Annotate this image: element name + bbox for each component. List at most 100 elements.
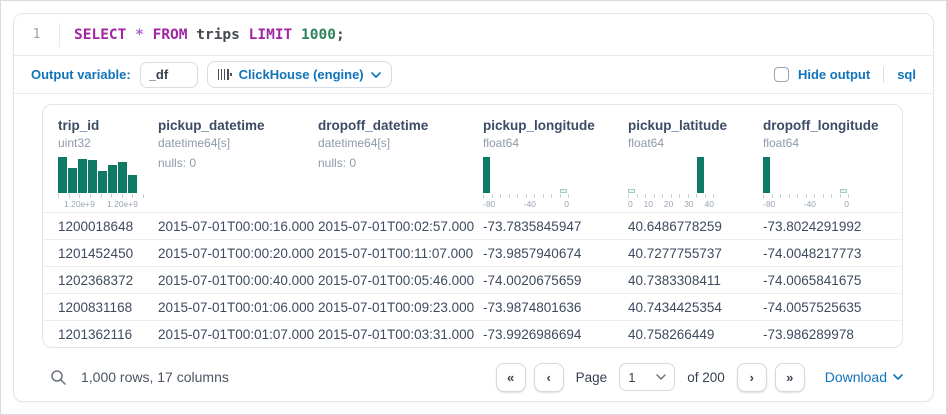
chevron-down-icon xyxy=(656,374,666,380)
column-histogram: -80-400 xyxy=(763,156,849,209)
app-frame: 1 SELECT * FROM trips LIMIT 1000; Output… xyxy=(0,0,947,415)
table-cell: -73.8024291992 xyxy=(763,219,903,234)
column-header[interactable]: pickup_datetime datetime64[s] nulls: 0 xyxy=(158,118,318,212)
row-count-summary: 1,000 rows, 17 columns xyxy=(81,369,229,385)
download-button[interactable]: Download xyxy=(825,369,903,385)
column-name: dropoff_datetime xyxy=(318,118,475,133)
table-row: 12013621162015-07-01T00:01:07.0002015-07… xyxy=(43,320,902,347)
column-histogram: -80-400 xyxy=(483,156,569,209)
divider xyxy=(883,67,884,83)
column-header[interactable]: dropoff_longitude float64 -80-400 xyxy=(763,118,903,212)
search-icon xyxy=(50,369,67,386)
search-button[interactable] xyxy=(50,369,67,386)
chevron-down-icon xyxy=(371,72,381,78)
column-stats: -80-400 xyxy=(483,156,620,212)
table-cell: 2015-07-01T00:11:07.000 xyxy=(318,246,483,261)
column-histogram: 010203040 xyxy=(628,156,714,209)
last-page-button[interactable]: » xyxy=(775,363,805,392)
prev-page-button[interactable]: ‹ xyxy=(534,363,564,392)
table-cell: -74.0048217773 xyxy=(763,246,903,261)
table-cell: 2015-07-01T00:01:06.000 xyxy=(158,300,318,315)
table-cell: 2015-07-01T00:05:46.000 xyxy=(318,273,483,288)
table-header-row: trip_id uint32 1.20e+91.20e+9 pickup_dateti… xyxy=(43,105,902,212)
table-cell: 1202368372 xyxy=(58,273,158,288)
table-cell: 2015-07-01T00:00:40.000 xyxy=(158,273,318,288)
output-variable-input[interactable] xyxy=(140,62,198,88)
page-select[interactable]: 1 xyxy=(619,363,675,391)
total-pages-label: of 200 xyxy=(687,370,725,385)
column-header[interactable]: trip_id uint32 1.20e+91.20e+9 xyxy=(58,118,158,212)
code-token: 1000 xyxy=(301,27,336,43)
cell-options-bar: Output variable: ClickHouse (engine) Hid… xyxy=(14,56,933,94)
column-name: pickup_datetime xyxy=(158,118,310,133)
engine-label: ClickHouse (engine) xyxy=(239,67,364,82)
code-line[interactable]: SELECT * FROM trips LIMIT 1000; xyxy=(60,23,345,47)
chevron-down-icon xyxy=(893,374,903,380)
table-row: 12014524502015-07-01T00:00:20.0002015-07… xyxy=(43,239,902,266)
notebook-cell: 1 SELECT * FROM trips LIMIT 1000; Output… xyxy=(13,13,934,402)
table-cell: -73.9926986694 xyxy=(483,327,628,342)
column-name: pickup_latitude xyxy=(628,118,755,133)
engine-selector[interactable]: ClickHouse (engine) xyxy=(207,61,392,88)
next-page-button[interactable]: › xyxy=(737,363,767,392)
page-label: Page xyxy=(576,370,608,385)
table-cell: -73.7835845947 xyxy=(483,219,628,234)
table-cell: -73.986289978 xyxy=(763,327,903,342)
output-variable-label: Output variable: xyxy=(31,67,131,82)
code-token: * xyxy=(135,27,144,43)
column-name: pickup_longitude xyxy=(483,118,620,133)
table-cell: -74.0020675659 xyxy=(483,273,628,288)
hide-output-label[interactable]: Hide output xyxy=(798,67,870,82)
language-toggle[interactable]: sql xyxy=(897,67,916,82)
table-cell: 40.6486778259 xyxy=(628,219,763,234)
column-header[interactable]: dropoff_datetime datetime64[s] nulls: 0 xyxy=(318,118,483,212)
table-body: 12000186482015-07-01T00:00:16.0002015-07… xyxy=(43,212,902,347)
column-stats: nulls: 0 xyxy=(158,156,310,212)
column-type: float64 xyxy=(763,136,895,150)
sql-editor[interactable]: 1 SELECT * FROM trips LIMIT 1000; xyxy=(14,14,933,56)
code-token: SELECT xyxy=(74,27,126,43)
table-cell: 1200018648 xyxy=(58,219,158,234)
column-stats: -80-400 xyxy=(763,156,895,212)
table-row: 12008311682015-07-01T00:01:06.0002015-07… xyxy=(43,293,902,320)
table-cell: 1201362116 xyxy=(58,327,158,342)
code-token xyxy=(144,27,153,43)
table-cell: 2015-07-01T00:09:23.000 xyxy=(318,300,483,315)
dataframe-table: trip_id uint32 1.20e+91.20e+9 pickup_dateti… xyxy=(42,104,903,348)
column-stats: 010203040 xyxy=(628,156,755,212)
column-type: datetime64[s] xyxy=(158,136,310,150)
table-cell: 40.7434425354 xyxy=(628,300,763,315)
code-token: ; xyxy=(336,27,345,43)
column-histogram: 1.20e+91.20e+9 xyxy=(58,156,144,209)
column-type: datetime64[s] xyxy=(318,136,475,150)
column-name: dropoff_longitude xyxy=(763,118,895,133)
code-token xyxy=(126,27,135,43)
column-header[interactable]: pickup_latitude float64 010203040 xyxy=(628,118,763,212)
code-token: LIMIT xyxy=(249,27,293,43)
table-cell: 40.758266449 xyxy=(628,327,763,342)
table-cell: -73.9874801636 xyxy=(483,300,628,315)
table-cell: 2015-07-01T00:01:07.000 xyxy=(158,327,318,342)
table-cell: -74.0065841675 xyxy=(763,273,903,288)
hide-output-checkbox[interactable] xyxy=(774,67,789,82)
table-cell: 1201452450 xyxy=(58,246,158,261)
column-name: trip_id xyxy=(58,118,150,133)
null-count: nulls: 0 xyxy=(158,156,310,170)
null-count: nulls: 0 xyxy=(318,156,475,170)
table-cell: 2015-07-01T00:00:20.000 xyxy=(158,246,318,261)
column-header[interactable]: pickup_longitude float64 -80-400 xyxy=(483,118,628,212)
table-row: 12000186482015-07-01T00:00:16.0002015-07… xyxy=(43,212,902,239)
column-type: float64 xyxy=(628,136,755,150)
table-row: 12023683722015-07-01T00:00:40.0002015-07… xyxy=(43,266,902,293)
first-page-button[interactable]: « xyxy=(496,363,526,392)
table-cell: 2015-07-01T00:00:16.000 xyxy=(158,219,318,234)
line-number: 1 xyxy=(14,23,60,47)
table-cell: 40.7277755737 xyxy=(628,246,763,261)
cell-output: trip_id uint32 1.20e+91.20e+9 pickup_dateti… xyxy=(14,94,933,401)
column-type: uint32 xyxy=(58,136,150,150)
column-type: float64 xyxy=(483,136,620,150)
table-cell: 2015-07-01T00:02:57.000 xyxy=(318,219,483,234)
page-select-value: 1 xyxy=(628,370,635,385)
table-cell: -74.0057525635 xyxy=(763,300,903,315)
table-cell: 2015-07-01T00:03:31.000 xyxy=(318,327,483,342)
